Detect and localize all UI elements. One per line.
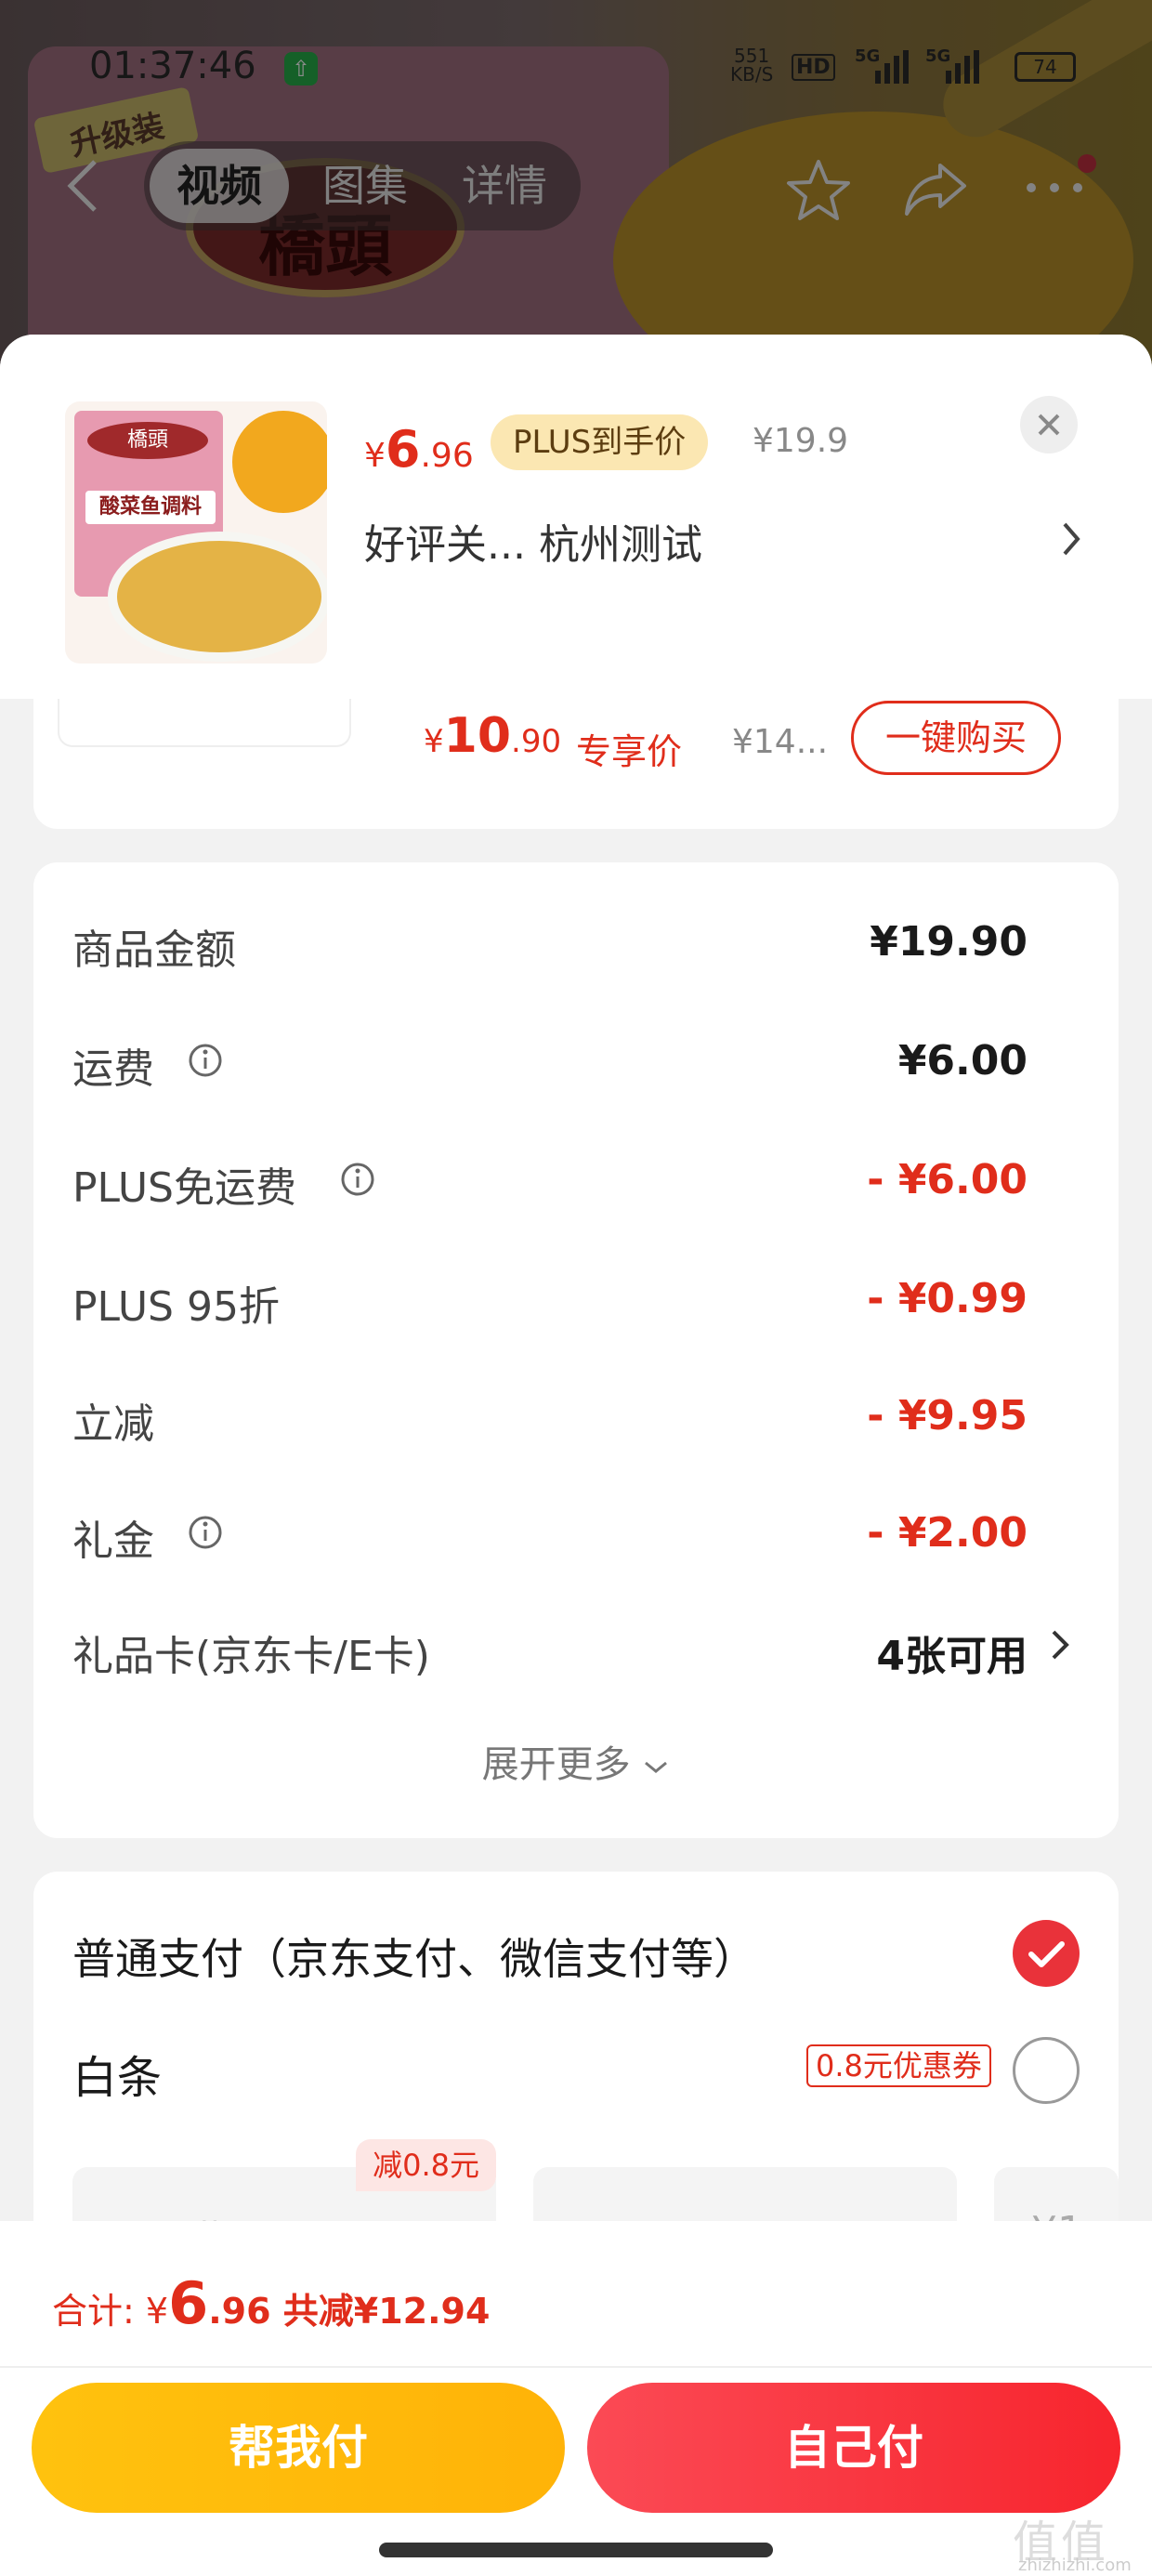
row-gift-card-value[interactable]: 4张可用 bbox=[876, 1623, 1028, 1682]
divider bbox=[0, 2366, 1152, 2368]
help-me-pay-button[interactable]: 帮我付 bbox=[32, 2383, 565, 2513]
one-click-buy-button[interactable]: 一键购买 bbox=[851, 701, 1061, 775]
row-shipping-label: 运费 bbox=[72, 1045, 154, 1093]
row-instant-discount-label: 立减 bbox=[72, 1400, 154, 1448]
offer-price: ¥10.90 bbox=[424, 708, 561, 764]
close-button[interactable] bbox=[1020, 396, 1078, 453]
chevron-right-icon[interactable] bbox=[1057, 519, 1085, 559]
row-goods-amount-label: 商品金额 bbox=[72, 927, 236, 974]
baitiao-radio[interactable] bbox=[1013, 2037, 1080, 2104]
total-integer: 6 bbox=[168, 2269, 209, 2337]
total-prefix: 合计: ¥ bbox=[52, 2291, 169, 2332]
offer-original-price: ¥14... bbox=[732, 723, 829, 761]
pay-myself-button[interactable]: 自己付 bbox=[587, 2383, 1120, 2513]
plus-price-tag: PLUS到手价 bbox=[491, 414, 709, 470]
sheet-header: 橋頭 酸菜鱼调料 ¥6.96 PLUS到手价 ¥19.9 好评关... 杭州测试 bbox=[0, 335, 1152, 699]
bottom-action-bar: 合计: ¥6.96 共减¥12.94 帮我付 自己付 值值值 zhizhizhi… bbox=[0, 2221, 1152, 2576]
amount-summary-card: 商品金额 ¥19.90 运费 ¥6.00 PLUS免运费 - ¥6.00 PLU… bbox=[33, 862, 1119, 1838]
price-currency: ¥ bbox=[364, 437, 386, 475]
recommended-offer-card: ¥10.90 专享价 ¥14... 一键购买 bbox=[33, 699, 1119, 829]
total-decimal: .96 bbox=[208, 2291, 271, 2332]
row-instant-discount-value: - ¥9.95 bbox=[867, 1392, 1028, 1439]
row-plus-free-shipping-label: PLUS免运费 bbox=[72, 1164, 296, 1212]
watermark-url: zhizhizhi.com bbox=[1018, 2556, 1132, 2575]
row-goods-amount-value: ¥19.90 bbox=[870, 918, 1028, 966]
total-savings: 共减¥12.94 bbox=[270, 2291, 491, 2332]
product-name[interactable]: 好评关... 杭州测试 bbox=[364, 511, 702, 571]
thumb-spoon bbox=[232, 411, 327, 513]
check-icon bbox=[1028, 1941, 1065, 1967]
thumb-label: 酸菜鱼调料 bbox=[85, 491, 216, 524]
offer-thumbnail bbox=[58, 699, 351, 747]
price-decimal: .96 bbox=[420, 437, 474, 475]
normal-payment-radio[interactable] bbox=[1013, 1920, 1080, 1987]
normal-payment-label[interactable]: 普通支付（京东支付、微信支付等） bbox=[72, 1925, 756, 1987]
row-shipping-value: ¥6.00 bbox=[897, 1037, 1028, 1084]
offer-label: 专享价 bbox=[576, 731, 683, 772]
offer-price-decimal: .90 bbox=[511, 723, 562, 760]
offer-price-integer: 10 bbox=[443, 708, 512, 764]
row-plus-free-shipping-value: - ¥6.00 bbox=[867, 1156, 1028, 1203]
info-icon[interactable] bbox=[188, 1043, 223, 1078]
row-gift-card-label[interactable]: 礼品卡(京东卡/E卡) bbox=[72, 1623, 430, 1682]
header-price: ¥6.96 bbox=[364, 420, 474, 479]
offer-price-currency: ¥ bbox=[424, 723, 444, 760]
chevron-right-icon[interactable] bbox=[1048, 1626, 1072, 1663]
product-thumbnail[interactable]: 橋頭 酸菜鱼调料 bbox=[65, 401, 327, 664]
row-gift-money-label: 礼金 bbox=[72, 1518, 154, 1565]
coupon-badge: 0.8元优惠券 bbox=[806, 2044, 991, 2087]
expand-more-button[interactable]: 展开更多 bbox=[33, 1734, 1119, 1788]
order-total: 合计: ¥6.96 共减¥12.94 bbox=[52, 2269, 490, 2337]
row-gift-money-value: - ¥2.00 bbox=[867, 1509, 1028, 1557]
home-indicator[interactable] bbox=[379, 2543, 773, 2557]
info-icon[interactable] bbox=[188, 1515, 223, 1550]
chevron-down-icon bbox=[645, 1761, 668, 1773]
row-plus-discount-value: - ¥0.99 bbox=[867, 1275, 1028, 1322]
thumb-brand: 橋頭 bbox=[87, 422, 208, 459]
close-icon bbox=[1038, 414, 1060, 436]
expand-more-label: 展开更多 bbox=[481, 1743, 631, 1786]
baitiao-label[interactable]: 白条 bbox=[72, 2041, 162, 2106]
row-plus-discount-label: PLUS 95折 bbox=[72, 1283, 280, 1331]
installment-discount-badge: 减0.8元 bbox=[356, 2139, 496, 2191]
original-price: ¥19.9 bbox=[753, 422, 849, 460]
info-icon[interactable] bbox=[340, 1162, 375, 1197]
thumb-bowl bbox=[108, 532, 327, 662]
price-integer: 6 bbox=[385, 420, 421, 479]
